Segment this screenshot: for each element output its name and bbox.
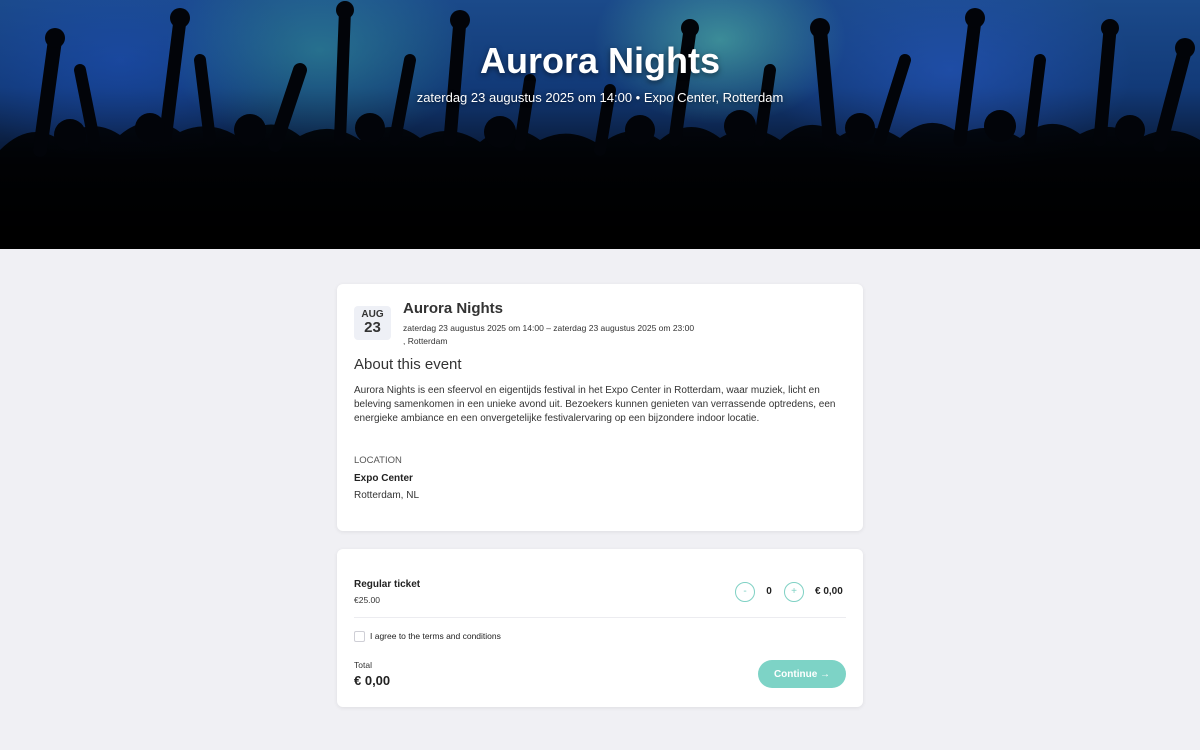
total-label: Total bbox=[354, 660, 372, 670]
event-city: , Rotterdam bbox=[403, 336, 448, 346]
decrease-quantity-button[interactable]: - bbox=[735, 582, 755, 602]
terms-label[interactable]: I agree to the terms and conditions bbox=[370, 631, 501, 641]
event-dates: zaterdag 23 augustus 2025 om 14:00 – zat… bbox=[403, 323, 695, 333]
total-value: € 0,00 bbox=[354, 673, 391, 688]
hero-banner: Aurora Nights zaterdag 23 augustus 2025 … bbox=[0, 0, 1200, 249]
date-badge: AUG 23 bbox=[354, 306, 391, 340]
continue-button[interactable]: Continue → bbox=[758, 660, 846, 688]
terms-checkbox[interactable] bbox=[354, 631, 365, 642]
event-name: Aurora Nights bbox=[403, 300, 504, 317]
quantity-value: 0 bbox=[766, 586, 772, 597]
ticket-name: Regular ticket bbox=[354, 579, 421, 590]
date-day: 23 bbox=[364, 319, 381, 336]
location-city: Rotterdam, NL bbox=[354, 490, 420, 501]
divider bbox=[354, 617, 846, 618]
location-name: Expo Center bbox=[354, 473, 413, 484]
hero-title: Aurora Nights bbox=[479, 40, 720, 81]
location-label: LOCATION bbox=[354, 455, 402, 466]
ticket-line-total: € 0,00 bbox=[815, 586, 843, 597]
about-title: About this event bbox=[354, 356, 462, 373]
ticket-card: Regular ticket €25.00 - 0 + € 0,00 I agr… bbox=[337, 549, 863, 707]
hero-subtitle: zaterdag 23 augustus 2025 om 14:00 • Exp… bbox=[416, 90, 784, 105]
event-header: Aurora Nights zaterdag 23 augustus 2025 … bbox=[403, 300, 694, 346]
hero-text: Aurora Nights zaterdag 23 augustus 2025 … bbox=[0, 0, 1200, 105]
ticket-price: €25.00 bbox=[354, 595, 380, 605]
event-details-card: AUG 23 Aurora Nights zaterdag 23 augustu… bbox=[337, 284, 863, 531]
increase-quantity-button[interactable]: + bbox=[784, 582, 804, 602]
about-description: Aurora Nights is een sfeervol en eigenti… bbox=[354, 385, 836, 424]
